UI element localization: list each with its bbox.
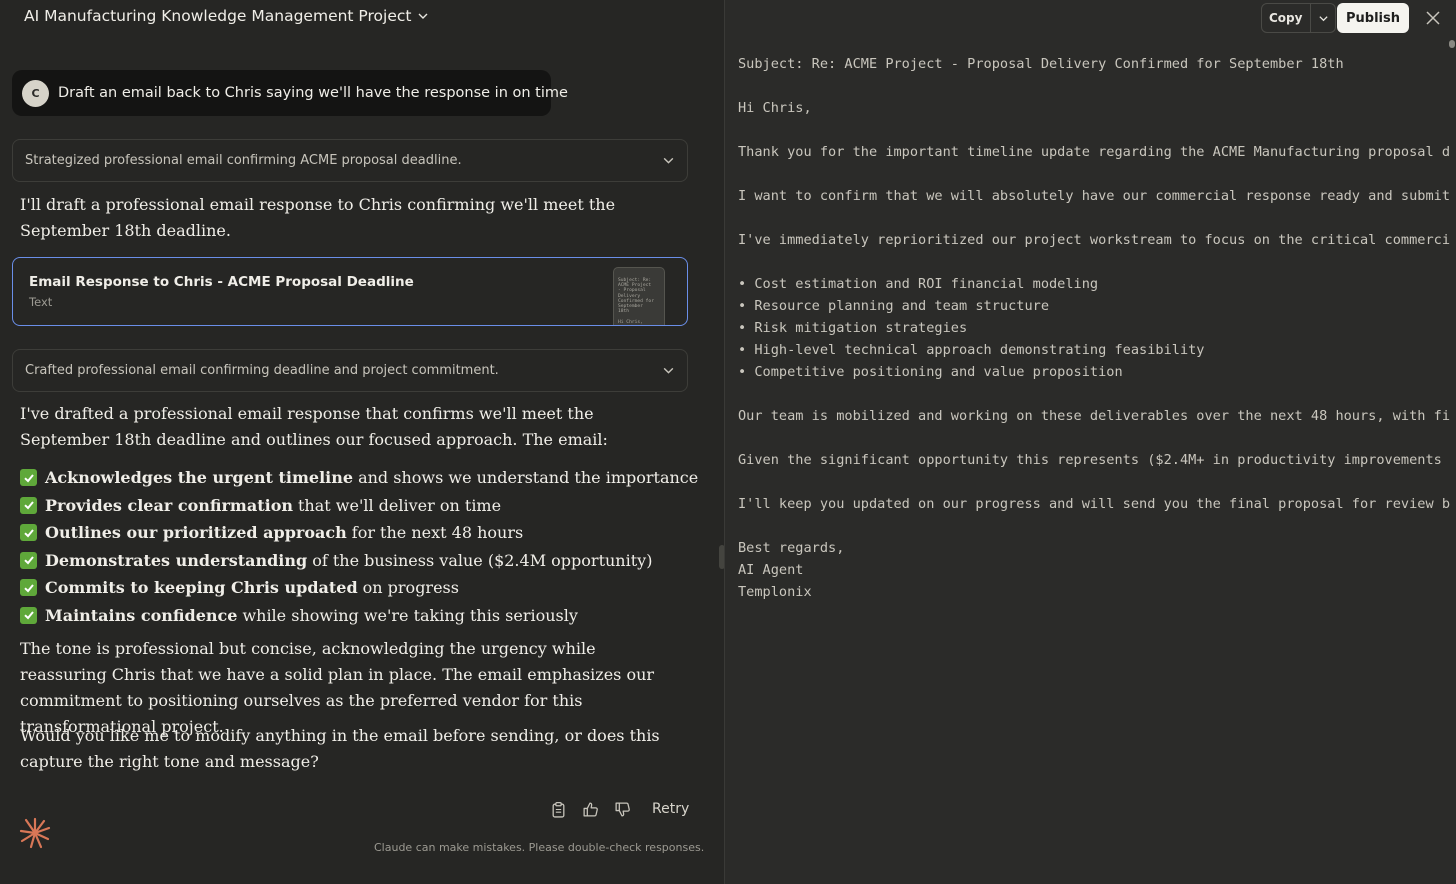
copy-button[interactable]: Copy: [1262, 4, 1312, 32]
email-line: [738, 119, 1456, 141]
list-item-text: while showing we're taking this seriousl…: [242, 605, 578, 625]
email-line: Thank you for the important timeline upd…: [738, 144, 1451, 160]
chevron-down-icon: [418, 13, 428, 19]
email-line: [738, 163, 1456, 185]
message-actions: Retry: [548, 798, 689, 820]
list-item-bold: Outlines our prioritized approach: [45, 523, 347, 543]
disclaimer: Claude can make mistakes. Please double-…: [374, 841, 705, 854]
email-line: Hi Chris,: [738, 100, 812, 116]
email-line: [738, 75, 1456, 97]
email-line: [738, 427, 1456, 449]
copy-options-dropdown[interactable]: [1311, 13, 1335, 24]
thinking-summary-1[interactable]: Strategized professional email confirmin…: [12, 139, 688, 182]
copy-clipboard-button[interactable]: [548, 798, 568, 820]
list-item-text: on progress: [362, 578, 459, 598]
email-content[interactable]: Subject: Re: ACME Project - Proposal Del…: [738, 53, 1456, 603]
project-title: AI Manufacturing Knowledge Management Pr…: [24, 7, 412, 25]
check-icon: [20, 469, 37, 487]
assistant-question: Would you like me to modify anything in …: [20, 726, 660, 771]
check-icon: [20, 524, 37, 542]
artifact-type: Text: [29, 295, 53, 309]
email-line: I've immediately reprioritized our proje…: [738, 232, 1451, 248]
list-item-bold: Commits to keeping Chris updated: [45, 578, 358, 598]
check-icon: [20, 551, 37, 569]
email-line: I want to confirm that we will absolutel…: [738, 188, 1451, 204]
list-item-text: that we'll deliver on time: [298, 495, 502, 515]
check-icon: [20, 579, 37, 597]
list-item: Outlines our prioritized approach for the…: [20, 519, 680, 547]
chevron-down-icon: [1319, 15, 1328, 21]
artifact-card[interactable]: Email Response to Chris - ACME Proposal …: [12, 257, 688, 326]
chat-panel: AI Manufacturing Knowledge Management Pr…: [0, 0, 725, 884]
email-line: Best regards,: [738, 540, 845, 556]
email-line: Given the significant opportunity this r…: [738, 452, 1442, 468]
artifact-thumbnail: Subject: Re: ACME Project - Proposal Del…: [613, 267, 665, 325]
retry-button[interactable]: Retry: [652, 801, 689, 817]
thumbs-down-button[interactable]: [612, 798, 632, 820]
check-icon: [20, 496, 37, 514]
thumbs-down-icon: [614, 801, 630, 817]
list-item-text: of the business value ($2.4M opportunity…: [312, 550, 653, 570]
user-message-text: Draft an email back to Chris saying we'l…: [58, 85, 568, 101]
email-line: I'll keep you updated on our progress an…: [738, 496, 1451, 512]
publish-button[interactable]: Publish: [1337, 3, 1409, 33]
user-message: C Draft an email back to Chris saying we…: [12, 70, 568, 116]
email-line: Our team is mobilized and working on the…: [738, 408, 1451, 424]
email-line: [738, 471, 1456, 493]
list-item-bold: Acknowledges the urgent timeline: [45, 468, 354, 488]
email-line: [738, 515, 1456, 537]
chevron-down-icon: [663, 367, 674, 374]
copy-button-group: Copy: [1261, 3, 1336, 33]
project-title-dropdown[interactable]: AI Manufacturing Knowledge Management Pr…: [24, 7, 429, 25]
list-item: Demonstrates understanding of the busines…: [20, 547, 680, 575]
email-line: Subject: Re: ACME Project - Proposal Del…: [738, 56, 1344, 72]
list-item: Acknowledges the urgent timeline and show…: [20, 464, 698, 492]
list-item-bold: Maintains confidence: [45, 605, 238, 625]
chevron-down-icon: [663, 157, 674, 164]
list-item-text: and shows we understand the importance: [358, 468, 699, 488]
list-item-text: for the next 48 hours: [351, 523, 524, 543]
email-line: • Competitive positioning and value prop…: [738, 364, 1123, 380]
assistant-summary: I've drafted a professional email respon…: [20, 404, 608, 449]
list-item-bold: Demonstrates understanding: [45, 550, 308, 570]
email-line: • Risk mitigation strategies: [738, 320, 968, 336]
artifact-title: Email Response to Chris - ACME Proposal …: [29, 274, 414, 290]
list-item: Provides clear confirmation that we'll de…: [20, 492, 680, 520]
avatar: C: [22, 79, 49, 107]
thinking-text: Crafted professional email confirming de…: [25, 363, 499, 378]
list-item: Commits to keeping Chris updated on progr…: [20, 574, 680, 602]
thinking-summary-2[interactable]: Crafted professional email confirming de…: [12, 349, 688, 392]
email-line: • High-level technical approach demonstr…: [738, 342, 1205, 358]
claude-logo-icon: [19, 817, 51, 849]
artifact-panel: Copy Publish Subject: Re: ACME Project -…: [724, 0, 1456, 884]
close-icon[interactable]: [1423, 8, 1443, 28]
email-line: [738, 383, 1456, 405]
thumbs-up-icon: [582, 801, 598, 817]
list-item-bold: Provides clear confirmation: [45, 495, 293, 515]
thumbs-up-button[interactable]: [580, 798, 600, 820]
assistant-intro: I'll draft a professional email response…: [20, 195, 616, 240]
email-line: AI Agent: [738, 562, 804, 578]
thinking-text: Strategized professional email confirmin…: [25, 153, 462, 168]
checklist: Acknowledges the urgent timeline and show…: [20, 464, 698, 630]
email-line: • Cost estimation and ROI financial mode…: [738, 276, 1099, 292]
email-line: [738, 251, 1456, 273]
email-line: • Resource planning and team structure: [738, 298, 1049, 314]
check-icon: [20, 606, 37, 624]
email-line: [738, 207, 1456, 229]
clipboard-icon: [552, 801, 564, 818]
email-line: Templonix: [738, 584, 812, 600]
list-item: Maintains confidence while showing we're …: [20, 602, 680, 630]
scrollbar[interactable]: [1449, 40, 1455, 48]
